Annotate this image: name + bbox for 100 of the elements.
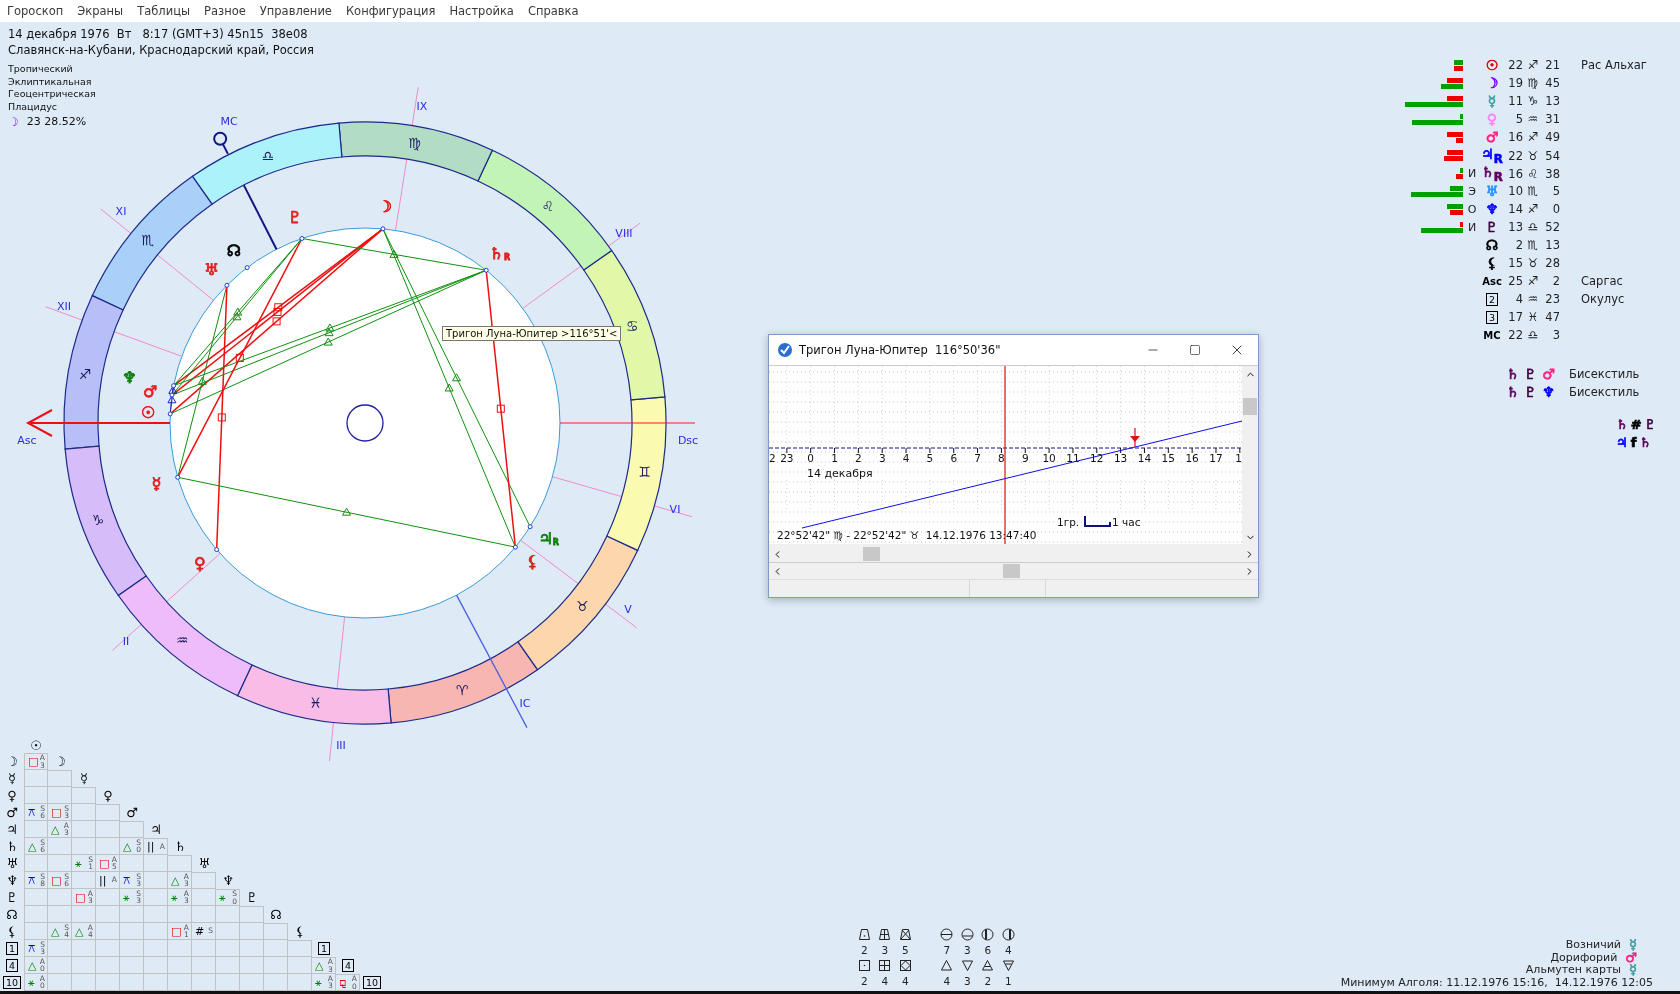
house-number: 1 bbox=[317, 942, 330, 955]
planet-glyph: ☿ bbox=[80, 772, 88, 785]
house-label: III bbox=[336, 738, 346, 752]
aspect-symbol: △ bbox=[315, 960, 324, 971]
vertical-scrollbar[interactable] bbox=[1242, 366, 1258, 546]
aspect-symbol: □ bbox=[171, 925, 182, 937]
minute-value: 38 bbox=[1544, 166, 1560, 181]
scroll-thumb[interactable] bbox=[1243, 397, 1257, 415]
zodiac-sign: ♐ bbox=[1526, 130, 1540, 144]
zodiac-sign: ♑ bbox=[1526, 94, 1540, 108]
trapezoid-icon bbox=[898, 928, 912, 941]
table-cell bbox=[144, 940, 168, 957]
circle-icon bbox=[1001, 928, 1015, 941]
aspect-symbol: □ bbox=[99, 857, 110, 869]
degree-value: 5 bbox=[1514, 112, 1523, 126]
table-cell bbox=[240, 923, 264, 940]
table-cell bbox=[72, 974, 96, 991]
menu-item[interactable]: Справка bbox=[526, 4, 580, 18]
count-value: 2 bbox=[860, 944, 868, 956]
scroll-thumb[interactable] bbox=[863, 547, 880, 561]
aspect-symbol: △ bbox=[123, 840, 132, 852]
date-label: 14 декабря bbox=[807, 467, 873, 480]
house-label: VI bbox=[669, 502, 681, 516]
minute-value: 13 bbox=[1544, 238, 1560, 252]
aspect-symbol: # bbox=[195, 925, 205, 937]
zodiac-sign: ♒ bbox=[1526, 112, 1540, 126]
aspect-symbol: △ bbox=[171, 874, 180, 886]
aspect-symbol: ⚹ bbox=[28, 976, 35, 988]
minute-value: 28 bbox=[1544, 256, 1560, 270]
minute-value: 13 bbox=[1544, 94, 1560, 108]
planet-glyph: ☽ bbox=[1485, 75, 1499, 91]
menu-item[interactable]: Управление bbox=[258, 4, 333, 18]
planet-glyph: ☽ bbox=[377, 197, 393, 217]
house-label: IC bbox=[519, 696, 531, 710]
count-value: 5 bbox=[901, 944, 909, 956]
zodiac-sign: ♏ bbox=[141, 232, 154, 249]
star-name: Рас Альхаг bbox=[1581, 58, 1648, 72]
planet-glyph: ♆ bbox=[122, 367, 137, 387]
minute-value: 49 bbox=[1544, 130, 1560, 144]
planet-glyph: ⚸ bbox=[1486, 255, 1498, 271]
menu-item[interactable]: Таблицы bbox=[136, 4, 192, 18]
hour-label: 1 bbox=[831, 452, 838, 464]
star-name: Окулус bbox=[1581, 292, 1626, 306]
horizontal-scrollbar[interactable] bbox=[769, 562, 1258, 579]
planet-glyph: ♅ bbox=[204, 260, 219, 280]
planet-glyph: ☽ bbox=[54, 755, 66, 768]
triangle-icon bbox=[960, 959, 974, 972]
hour-label: 0 bbox=[807, 452, 815, 464]
menu-item[interactable]: Гороскоп bbox=[6, 4, 65, 18]
zodiac-sign: ♓ bbox=[1526, 310, 1540, 324]
dignity-letter: О bbox=[1466, 202, 1478, 216]
table-cell bbox=[192, 957, 216, 974]
planet-glyph: ♇ bbox=[6, 891, 18, 904]
house-number: 2 bbox=[1485, 292, 1498, 306]
menu-item[interactable]: Конфигурация bbox=[344, 4, 437, 18]
scroll-thumb[interactable] bbox=[1003, 564, 1020, 578]
house-label: V bbox=[624, 602, 632, 616]
triangle-icon bbox=[981, 959, 995, 972]
relation-symbol: ♄ bbox=[1639, 434, 1651, 450]
table-cell bbox=[96, 804, 120, 821]
degree-value: 14 bbox=[1507, 202, 1523, 216]
horizontal-scrollbar[interactable] bbox=[769, 546, 1258, 562]
degree-value: 22 bbox=[1507, 328, 1523, 342]
event-marker bbox=[1130, 427, 1140, 448]
degree-value: 22 bbox=[1507, 148, 1523, 163]
planet-glyph: ♄ bbox=[1506, 366, 1519, 382]
count-value: 3 bbox=[881, 944, 889, 956]
point-label: Asc bbox=[1482, 275, 1502, 287]
moon-glyph: ☽ bbox=[8, 114, 19, 129]
menu-item[interactable]: Экраны bbox=[76, 4, 125, 18]
minute-value: 0 bbox=[1551, 202, 1560, 216]
planet-glyph: ♃ bbox=[6, 823, 18, 836]
chart-setting: Плацидус bbox=[8, 101, 59, 114]
aspect-symbol: ⚻ bbox=[28, 874, 35, 886]
degree-value: 10 bbox=[1507, 184, 1523, 198]
degree-value: 17 bbox=[1507, 310, 1523, 324]
planet-glyph: ♂ bbox=[1485, 129, 1499, 145]
planet-glyph: ☉ bbox=[141, 403, 156, 423]
scale-label: 1 час bbox=[1112, 516, 1141, 528]
minute-value: 45 bbox=[1544, 76, 1560, 90]
zodiac-sign: ♏ bbox=[1526, 184, 1540, 198]
menu-item[interactable]: Настройка bbox=[448, 4, 515, 18]
ruler-label: Возничий bbox=[1565, 938, 1621, 952]
zodiac-sign: ♍ bbox=[408, 135, 421, 152]
menu-item[interactable]: Разное bbox=[203, 4, 247, 18]
hour-label: 1 bbox=[1235, 452, 1242, 464]
planet-glyph: ⚸ bbox=[295, 925, 305, 938]
planet-glyph: ♀ bbox=[194, 554, 206, 574]
table-cell bbox=[48, 770, 72, 787]
table-cell bbox=[264, 957, 288, 974]
zodiac-sign: ♈ bbox=[455, 681, 469, 698]
configuration-name: Бисекстиль bbox=[1569, 385, 1640, 399]
table-cell bbox=[288, 940, 312, 957]
planet-glyph: ♃$_{R}$ bbox=[1481, 146, 1503, 166]
hour-label: 8 bbox=[998, 452, 1005, 464]
degree-value: 22 bbox=[1507, 58, 1523, 72]
scale-label: 1гр. bbox=[1057, 516, 1080, 528]
planet-glyph: ♃ bbox=[150, 823, 162, 836]
trapezoid-icon bbox=[857, 928, 871, 941]
table-cell bbox=[240, 974, 264, 991]
